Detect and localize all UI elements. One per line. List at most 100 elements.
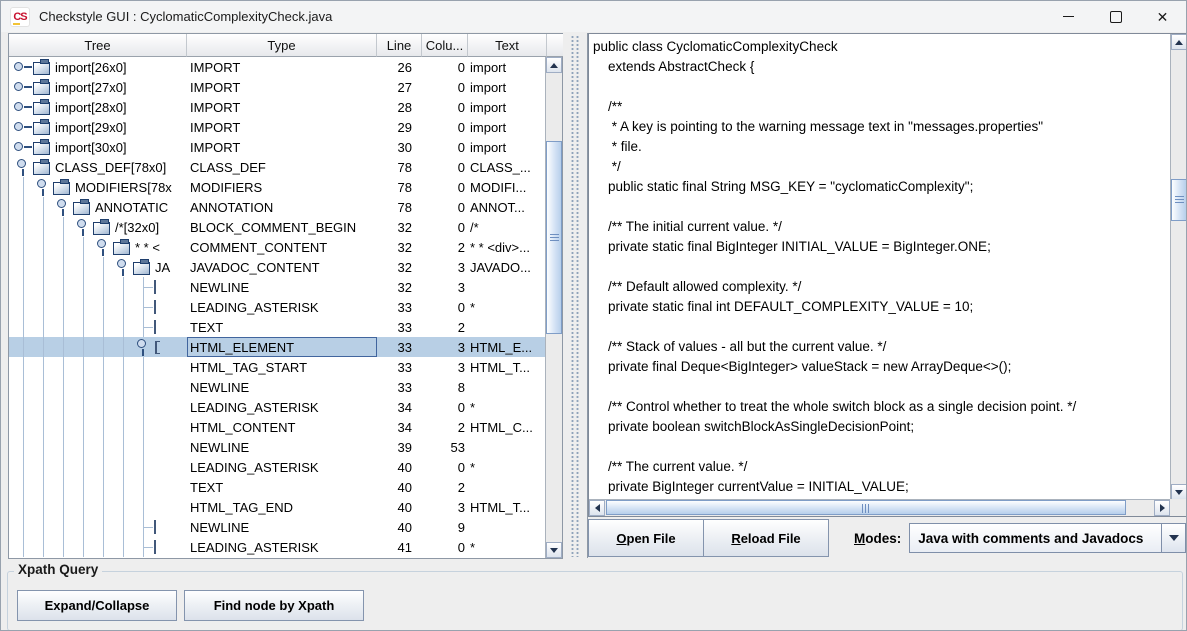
- tree-cell: [9, 437, 187, 457]
- tree-guide-line: [13, 217, 33, 237]
- reload-file-button[interactable]: Reload File: [703, 519, 829, 557]
- column-cell: 0: [422, 397, 468, 417]
- tree-cell: [9, 377, 187, 397]
- window-controls: ✕: [1045, 1, 1186, 32]
- tree-guide-line: [113, 457, 133, 477]
- table-row[interactable]: NEWLINE338: [9, 377, 547, 397]
- tree-cell: [9, 497, 187, 517]
- tree-guide-line: [113, 537, 133, 557]
- text-cell: [468, 517, 547, 537]
- tree-guide-line: [53, 377, 73, 397]
- title-bar[interactable]: CS Checkstyle GUI : CyclomaticComplexity…: [1, 1, 1186, 32]
- split-pane-divider[interactable]: [563, 33, 587, 559]
- code-scroll-up-button[interactable]: [1171, 34, 1187, 50]
- column-header-colu[interactable]: Colu...: [422, 34, 468, 57]
- combo-dropdown-button[interactable]: [1161, 524, 1185, 552]
- tree-scrollbar-thumb[interactable]: [546, 141, 562, 334]
- tree-guide-line: [113, 497, 133, 517]
- tree-cell: [9, 357, 187, 377]
- tree-guide-line: [53, 277, 73, 297]
- column-cell: 0: [422, 137, 468, 157]
- type-cell: HTML_TAG_START: [187, 357, 377, 377]
- code-scroll-left-button[interactable]: [589, 500, 605, 516]
- table-row[interactable]: /*[32x0]BLOCK_COMMENT_BEGIN320/*: [9, 217, 547, 237]
- minimize-button[interactable]: [1045, 1, 1092, 32]
- line-cell: 34: [377, 417, 422, 437]
- mode-select[interactable]: Java with comments and Javadocs: [909, 523, 1186, 553]
- collapse-handle-icon[interactable]: [13, 157, 33, 177]
- collapse-handle-icon[interactable]: [133, 337, 153, 357]
- collapse-handle-icon[interactable]: [53, 197, 73, 217]
- code-horizontal-scrollbar[interactable]: [589, 499, 1170, 516]
- scroll-down-button[interactable]: [546, 542, 562, 558]
- table-row[interactable]: import[27x0]IMPORT270import: [9, 77, 547, 97]
- table-row[interactable]: LEADING_ASTERISK340*: [9, 397, 547, 417]
- code-scrollbar-thumb[interactable]: [1171, 179, 1187, 221]
- collapse-handle-icon[interactable]: [73, 217, 93, 237]
- source-code-textarea[interactable]: public class CyclomaticComplexityCheck e…: [590, 34, 1170, 499]
- tree-cell: MODIFIERS[78x: [9, 177, 187, 197]
- expand-handle-icon[interactable]: [13, 57, 33, 77]
- table-row[interactable]: import[26x0]IMPORT260import: [9, 57, 547, 77]
- column-cell: 0: [422, 297, 468, 317]
- table-row[interactable]: LEADING_ASTERISK410*: [9, 537, 547, 557]
- table-row[interactable]: ANNOTATICANNOTATION780ANNOT...: [9, 197, 547, 217]
- column-header-type[interactable]: Type: [187, 34, 377, 57]
- table-row[interactable]: import[29x0]IMPORT290import: [9, 117, 547, 137]
- text-cell: import: [468, 77, 547, 97]
- table-row[interactable]: CLASS_DEF[78x0]CLASS_DEF780CLASS_...: [9, 157, 547, 177]
- table-row[interactable]: TEXT402: [9, 477, 547, 497]
- expand-handle-icon[interactable]: [13, 77, 33, 97]
- tree-cell: import[27x0]: [9, 77, 187, 97]
- tree-guide-line: [53, 437, 73, 457]
- column-header-line[interactable]: Line: [377, 34, 422, 57]
- table-row[interactable]: LEADING_ASTERISK400*: [9, 457, 547, 477]
- expand-handle-icon[interactable]: [13, 97, 33, 117]
- expand-collapse-button[interactable]: Expand/Collapse: [17, 590, 177, 621]
- table-row[interactable]: HTML_TAG_END403HTML_T...: [9, 497, 547, 517]
- table-row[interactable]: HTML_CONTENT342HTML_C...: [9, 417, 547, 437]
- code-scroll-down-button[interactable]: [1171, 484, 1187, 500]
- tree-guide-line: [93, 357, 113, 377]
- tree-guide-line: [73, 477, 93, 497]
- tree-guide-line: [133, 457, 153, 477]
- table-row[interactable]: NEWLINE3953: [9, 437, 547, 457]
- expand-handle-icon[interactable]: [13, 137, 33, 157]
- tree-guide-line: [33, 537, 53, 557]
- line-cell: 33: [377, 297, 422, 317]
- table-row[interactable]: NEWLINE323: [9, 277, 547, 297]
- table-row[interactable]: LEADING_ASTERISK330*: [9, 297, 547, 317]
- maximize-button[interactable]: [1092, 1, 1139, 32]
- code-hscrollbar-thumb[interactable]: [606, 500, 1126, 515]
- tree-vertical-scrollbar[interactable]: [545, 57, 562, 558]
- app-window: CS Checkstyle GUI : CyclomaticComplexity…: [0, 0, 1187, 631]
- column-header-tree[interactable]: Tree: [9, 34, 187, 57]
- close-button[interactable]: ✕: [1139, 1, 1186, 32]
- column-header-text[interactable]: Text: [468, 34, 547, 57]
- open-file-button[interactable]: Open File: [588, 519, 704, 557]
- table-row[interactable]: JAJAVADOC_CONTENT323JAVADO...: [9, 257, 547, 277]
- table-row[interactable]: HTML_ELEMENT333HTML_E...: [9, 337, 547, 357]
- expand-handle-icon[interactable]: [13, 117, 33, 137]
- collapse-handle-icon[interactable]: [33, 177, 53, 197]
- table-row[interactable]: HTML_TAG_START333HTML_T...: [9, 357, 547, 377]
- code-vertical-scrollbar[interactable]: [1170, 34, 1187, 500]
- code-scroll-right-button[interactable]: [1154, 500, 1170, 516]
- scroll-down-icon: [1175, 490, 1183, 495]
- table-row[interactable]: MODIFIERS[78xMODIFIERS780MODIFI...: [9, 177, 547, 197]
- table-row[interactable]: import[28x0]IMPORT280import: [9, 97, 547, 117]
- type-cell: LEADING_ASTERISK: [187, 457, 377, 477]
- tree-guide-line: [73, 377, 93, 397]
- table-row[interactable]: TEXT332: [9, 317, 547, 337]
- find-node-by-xpath-button[interactable]: Find node by Xpath: [184, 590, 364, 621]
- collapse-handle-icon[interactable]: [113, 257, 133, 277]
- scroll-up-button[interactable]: [546, 57, 562, 73]
- collapse-handle-icon[interactable]: [93, 237, 113, 257]
- table-row[interactable]: NEWLINE409: [9, 517, 547, 537]
- south-controls: Open File Reload File Modes: Java with c…: [588, 518, 1187, 558]
- tree-guide-line: [53, 537, 73, 557]
- table-row[interactable]: import[30x0]IMPORT300import: [9, 137, 547, 157]
- column-cell: 0: [422, 197, 468, 217]
- table-row[interactable]: * * <COMMENT_CONTENT322* * <div>...: [9, 237, 547, 257]
- tree-guide-line: [13, 397, 33, 417]
